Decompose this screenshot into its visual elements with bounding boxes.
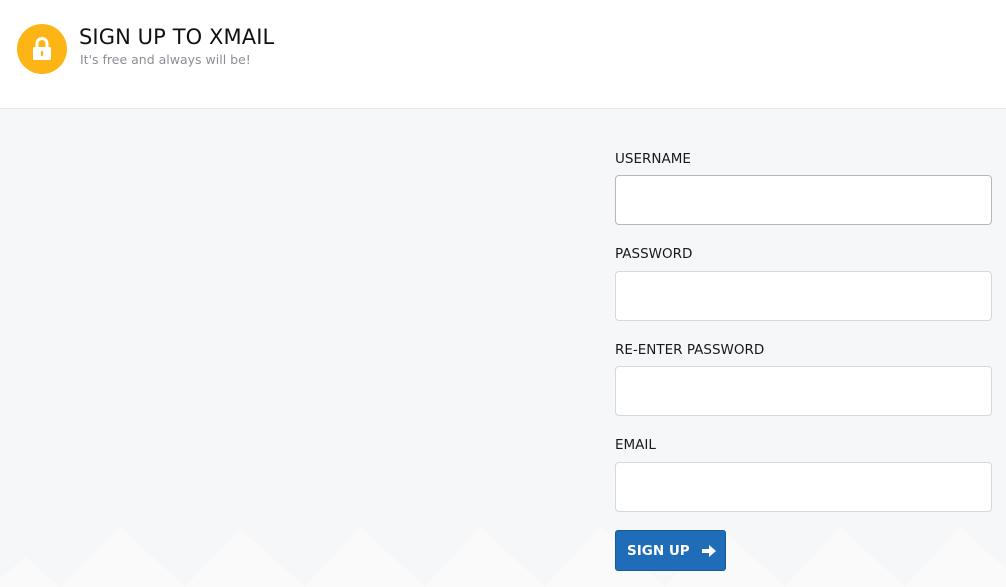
sign-up-button-label: SIGN UP — [627, 542, 690, 559]
arrow-right-icon — [701, 544, 716, 557]
username-input[interactable] — [615, 175, 992, 225]
page-subtitle: It's free and always will be! — [80, 52, 251, 67]
reenter-password-label: RE-ENTER PASSWORD — [615, 342, 765, 358]
page-title: SIGN UP TO XMAIL — [79, 25, 275, 49]
email-input[interactable] — [615, 462, 992, 512]
reenter-password-input[interactable] — [615, 366, 992, 416]
lock-icon — [33, 37, 51, 60]
email-label: EMAIL — [615, 437, 656, 453]
background-pattern — [0, 527, 1006, 587]
sign-up-button[interactable]: SIGN UP — [615, 530, 726, 571]
logo-badge — [17, 24, 67, 74]
username-label: USERNAME — [615, 151, 691, 167]
password-label: PASSWORD — [615, 246, 693, 262]
page-header: SIGN UP TO XMAIL It's free and always wi… — [0, 0, 1006, 109]
password-input[interactable] — [615, 271, 992, 321]
